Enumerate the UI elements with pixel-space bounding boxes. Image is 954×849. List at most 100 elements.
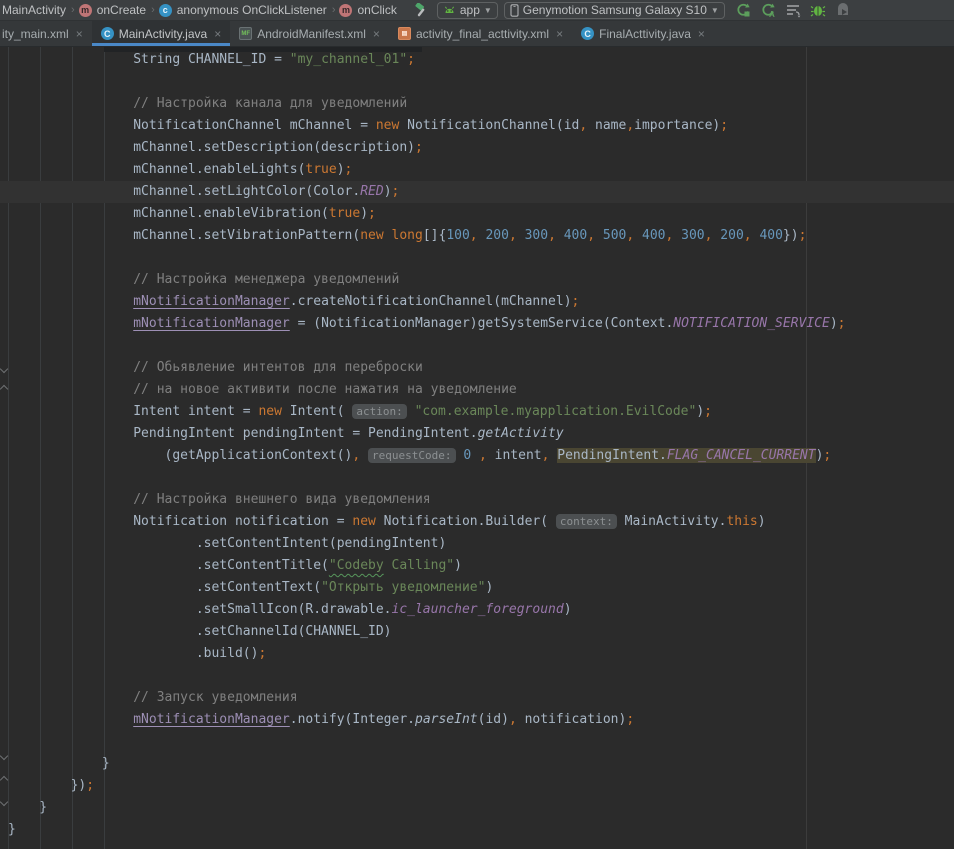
code-line[interactable]: .build(); — [0, 643, 954, 665]
code-token: ; — [392, 184, 400, 199]
code-line[interactable]: PendingIntent pendingIntent = PendingInt… — [0, 423, 954, 445]
tab-activity-final-acttivity-xml[interactable]: ▤ activity_final_acttivity.xml × — [389, 21, 572, 46]
code-line[interactable]: Notification notification = new Notifica… — [0, 511, 954, 533]
code-line[interactable]: mChannel.enableLights(true); — [0, 159, 954, 181]
code-token: ) — [564, 602, 572, 617]
code-token: // Настройка канала для уведомлений — [133, 96, 407, 111]
code-token: .setContentIntent(pendingIntent) — [196, 536, 446, 551]
method-icon: m — [79, 4, 92, 17]
code-line[interactable]: } — [0, 819, 954, 841]
fold-marker-icon[interactable] — [1, 798, 8, 805]
tab-finalacttivity-java[interactable]: C FinalActtivity.java × — [572, 21, 714, 46]
code-line[interactable]: mChannel.enableVibration(true); — [0, 203, 954, 225]
code-line[interactable]: String CHANNEL_ID = "my_channel_01"; — [0, 49, 954, 71]
code-token: // Настройка внешнего вида уведомления — [133, 492, 430, 507]
code-line[interactable]: // Запуск уведомления — [0, 687, 954, 709]
code-line[interactable]: // Настройка канала для уведомлений — [0, 93, 954, 115]
code-token — [360, 448, 368, 463]
code-line[interactable] — [0, 71, 954, 93]
breadcrumb-item-oncreate[interactable]: onCreate — [97, 3, 146, 17]
apply-code-changes-icon[interactable]: A — [760, 2, 776, 18]
device-select[interactable]: Genymotion Samsung Galaxy S10 ▼ — [504, 2, 725, 19]
close-icon[interactable]: × — [76, 27, 83, 41]
code-line[interactable]: mNotificationManager = (NotificationMana… — [0, 313, 954, 335]
code-token: .setContentTitle( — [196, 558, 329, 573]
code-token: importance) — [634, 118, 720, 133]
code-line[interactable]: }); — [0, 775, 954, 797]
code-line[interactable]: .setContentIntent(pendingIntent) — [0, 533, 954, 555]
breadcrumb-item-class[interactable]: MainActivity — [2, 3, 66, 17]
code-token: ) — [485, 580, 493, 595]
code-token: // на новое активити после нажатия на ув… — [133, 382, 517, 397]
code-token: mNotificationManager — [133, 712, 290, 727]
code-token: .createNotificationChannel(mChannel) — [290, 294, 572, 309]
fold-marker-icon[interactable] — [1, 365, 8, 372]
code-line[interactable]: .setContentTitle("Codeby Calling") — [0, 555, 954, 577]
run-configuration-select[interactable]: app ▼ — [437, 2, 498, 19]
code-line[interactable] — [0, 247, 954, 269]
close-icon[interactable]: × — [556, 27, 563, 41]
code-line[interactable]: } — [0, 753, 954, 775]
code-line[interactable]: mNotificationManager.notify(Integer.pars… — [0, 709, 954, 731]
breadcrumb-item-onclick[interactable]: onClick — [357, 3, 396, 17]
code-token: PendingIntent. — [557, 448, 667, 463]
chevron-down-icon: ▼ — [484, 6, 492, 15]
code-line[interactable]: mChannel.setLightColor(Color.RED); — [0, 181, 954, 203]
code-line[interactable]: .setSmallIcon(R.drawable.ic_launcher_for… — [0, 599, 954, 621]
code-token: .setContentText( — [196, 580, 321, 595]
code-line[interactable]: mChannel.setVibrationPattern(new long[]{… — [0, 225, 954, 247]
code-line[interactable]: (getApplicationContext(), requestCode: 0… — [0, 445, 954, 467]
tab-label: FinalActtivity.java — [599, 27, 691, 41]
code-token: ; — [368, 206, 376, 221]
code-token: 400 — [642, 228, 665, 243]
tab-label: MainActivity.java — [119, 27, 207, 41]
tab-activity-main-xml[interactable]: ity_main.xml × — [0, 21, 92, 46]
code-token: (getApplicationContext() — [165, 448, 353, 463]
fold-marker-icon[interactable] — [1, 752, 8, 759]
code-token: NotificationChannel(id — [399, 118, 579, 133]
code-line[interactable]: mNotificationManager.createNotificationC… — [0, 291, 954, 313]
close-icon[interactable]: × — [373, 27, 380, 41]
code-line[interactable] — [0, 467, 954, 489]
code-line[interactable]: // Обьявление интентов для переброски — [0, 357, 954, 379]
code-line[interactable]: mChannel.setDescription(description); — [0, 137, 954, 159]
code-lines: String CHANNEL_ID = "my_channel_01"; // Н… — [0, 47, 954, 841]
breadcrumb-item-listener[interactable]: anonymous OnClickListener — [177, 3, 327, 17]
code-line[interactable] — [0, 665, 954, 687]
code-token: // Настройка менеджера уведомлений — [133, 272, 399, 287]
code-token: ; — [407, 52, 415, 67]
code-line[interactable]: // Настройка внешнего вида уведомления — [0, 489, 954, 511]
apply-changes-restart-icon[interactable] — [735, 2, 751, 18]
profiler-icon[interactable] — [835, 2, 851, 18]
tab-androidmanifest-xml[interactable]: MF AndroidManifest.xml × — [230, 21, 389, 46]
code-line[interactable]: // Настройка менеджера уведомлений — [0, 269, 954, 291]
code-token: // Запуск уведомления — [133, 690, 297, 705]
code-line[interactable]: Intent intent = new Intent( action: "com… — [0, 401, 954, 423]
fold-marker-icon[interactable] — [1, 776, 8, 783]
close-icon[interactable]: × — [698, 27, 705, 41]
build-hammer-icon[interactable] — [413, 3, 429, 18]
debug-icon[interactable] — [810, 2, 826, 18]
code-token: Calling" — [384, 558, 454, 573]
tab-mainactivity-java[interactable]: C MainActivity.java × — [92, 21, 231, 46]
code-token: mChannel.setVibrationPattern( — [133, 228, 360, 243]
code-token: ) — [360, 206, 368, 221]
code-token: 200 — [485, 228, 508, 243]
code-token: = (NotificationManager)getSystemService(… — [290, 316, 674, 331]
code-line[interactable] — [0, 335, 954, 357]
close-icon[interactable]: × — [214, 27, 221, 41]
code-token — [471, 448, 479, 463]
code-token: ) — [696, 404, 704, 419]
code-line[interactable]: // на новое активити после нажатия на ув… — [0, 379, 954, 401]
run-tasks-icon[interactable] — [785, 2, 801, 18]
fold-marker-icon[interactable] — [1, 385, 8, 392]
code-line[interactable]: NotificationChannel mChannel = new Notif… — [0, 115, 954, 137]
code-line[interactable]: } — [0, 797, 954, 819]
code-line[interactable]: .setChannelId(CHANNEL_ID) — [0, 621, 954, 643]
java-class-icon: C — [581, 27, 594, 40]
code-token: new — [352, 514, 375, 529]
code-editor[interactable]: String CHANNEL_ID = "my_channel_01"; // Н… — [0, 47, 954, 849]
code-token: requestCode: — [368, 448, 455, 463]
code-line[interactable] — [0, 731, 954, 753]
code-line[interactable]: .setContentText("Открыть уведомление") — [0, 577, 954, 599]
